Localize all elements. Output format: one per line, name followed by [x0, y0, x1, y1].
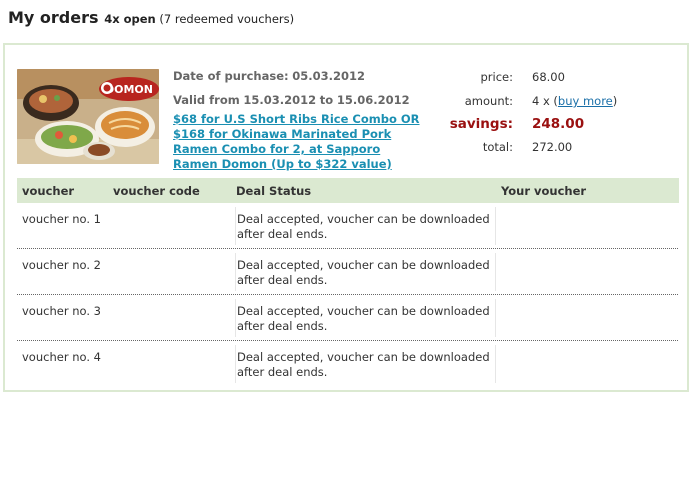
voucher-number: voucher no. 2 [22, 258, 101, 272]
buy-more-link[interactable]: buy more [558, 94, 613, 108]
column-divider [235, 207, 236, 245]
deal-status: Deal accepted, voucher can be downloaded… [237, 258, 490, 287]
table-row: voucher no. 4 Deal accepted, voucher can… [17, 341, 679, 387]
total-value: 272.00 [532, 140, 573, 154]
purchase-date-line: Date of purchase: 05.03.2012 [173, 69, 365, 83]
valid-prefix: Valid from [173, 93, 240, 107]
order-panel: DOMON Date of purchase: 05.03.2012 Valid… [3, 43, 689, 392]
deal-status: Deal accepted, voucher can be downloaded… [237, 304, 490, 333]
voucher-number: voucher no. 3 [22, 304, 101, 318]
table-row: voucher no. 1 Deal accepted, voucher can… [17, 203, 679, 249]
deal-food-illustration: DOMON [17, 69, 159, 164]
amount-text: 4 x ( [532, 94, 558, 108]
voucher-number: voucher no. 1 [22, 212, 101, 226]
table-row: voucher no. 3 Deal accepted, voucher can… [17, 295, 679, 341]
amount-label: amount: [464, 94, 513, 108]
table-row: voucher no. 2 Deal accepted, voucher can… [17, 249, 679, 295]
savings-label: savings: [449, 116, 513, 132]
purchase-label: Date of purchase: [173, 69, 289, 83]
col-deal-status: Deal Status [236, 184, 312, 198]
amount-value: 4 x (buy more) [532, 94, 617, 108]
col-your-voucher: Your voucher [501, 184, 587, 198]
price-label: price: [480, 70, 514, 84]
deal-title-link[interactable]: $68 for U.S Short Ribs Rice Combo OR $16… [173, 112, 427, 172]
column-divider [495, 253, 496, 291]
deal-status: Deal accepted, voucher can be downloaded… [237, 212, 490, 241]
open-count: 4x open [104, 12, 156, 26]
voucher-number: voucher no. 4 [22, 350, 101, 364]
valid-to: 15.06.2012 [336, 93, 410, 107]
deal-status: Deal accepted, voucher can be downloaded… [237, 350, 490, 379]
column-divider [495, 345, 496, 383]
validity-line: Valid from 15.03.2012 to 15.06.2012 [173, 93, 410, 107]
voucher-table-header: voucher voucher code Deal Status Your vo… [17, 178, 679, 203]
deal-image[interactable]: DOMON [17, 69, 159, 164]
col-voucher: voucher [22, 184, 75, 198]
page-title: My orders [8, 8, 99, 27]
valid-to-word: to [319, 93, 334, 107]
purchase-date: 05.03.2012 [292, 69, 366, 83]
total-label: total: [482, 140, 513, 154]
col-voucher-code: voucher code [113, 184, 200, 198]
page-header: My orders 4x open (7 redeemed vouchers) [8, 8, 294, 27]
column-divider [495, 207, 496, 245]
column-divider [235, 253, 236, 291]
price-value: 68.00 [532, 70, 565, 84]
savings-value: 248.00 [532, 116, 585, 132]
amount-close: ) [612, 94, 618, 108]
column-divider [495, 299, 496, 337]
valid-from: 15.03.2012 [243, 93, 317, 107]
redeemed-count: (7 redeemed vouchers) [159, 12, 295, 26]
column-divider [235, 299, 236, 337]
column-divider [235, 345, 236, 383]
